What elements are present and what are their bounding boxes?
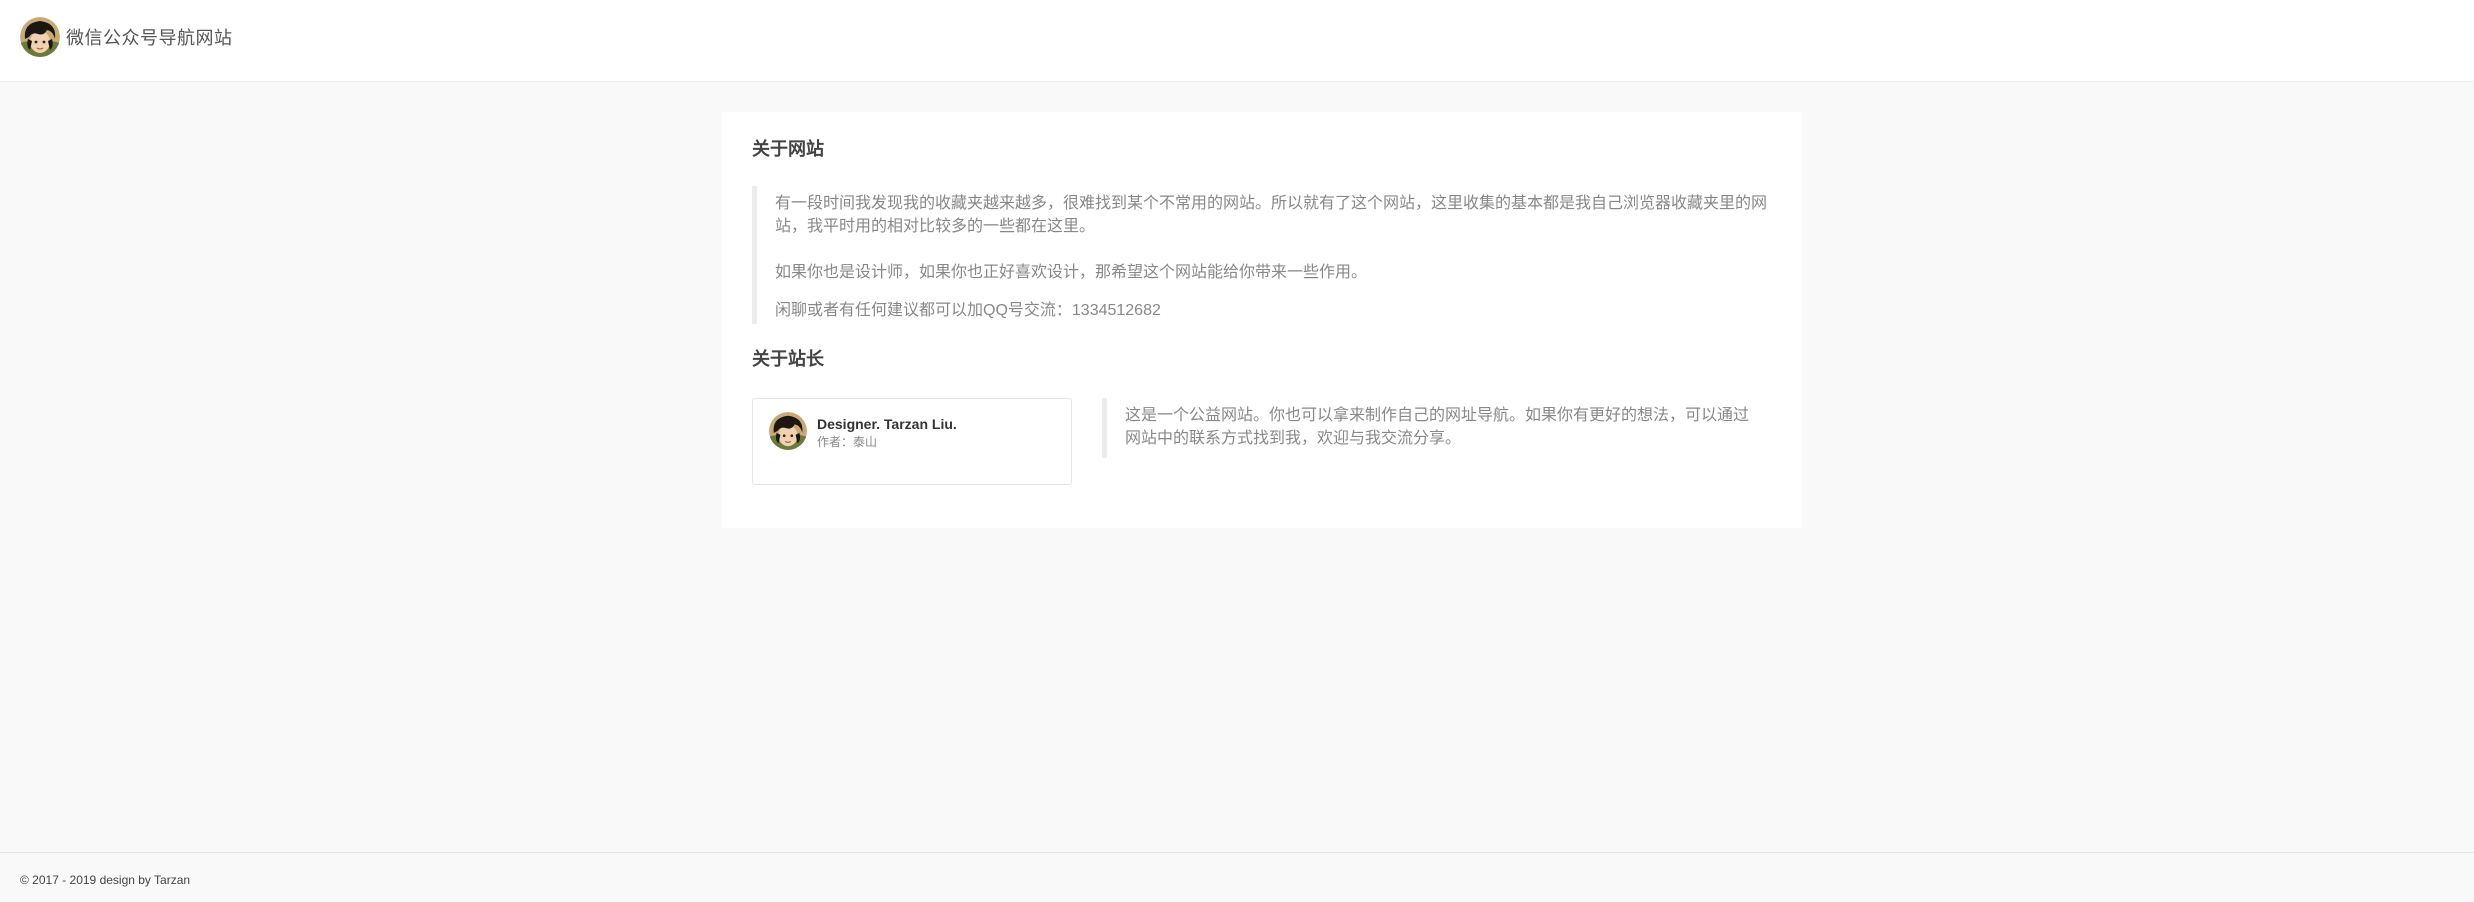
owner-row: Designer. Tarzan Liu. 作者：泰山 这是一个公益网站。你也可… — [752, 398, 1772, 485]
copyright-text: © 2017 - 2019 design by Tarzan — [20, 873, 191, 887]
owner-info: Designer. Tarzan Liu. 作者：泰山 — [817, 412, 957, 451]
avatar-icon — [20, 17, 60, 57]
owner-description: 这是一个公益网站。你也可以拿来制作自己的网址导航。如果你有更好的想法，可以通过网… — [1102, 398, 1772, 458]
about-site-paragraph: 如果你也是设计师，如果你也正好喜欢设计，那希望这个网站能给你带来一些作用。 — [775, 264, 1368, 281]
about-site-paragraph: 有一段时间我发现我的收藏夹越来越多，很难找到某个不常用的网站。所以就有了这个网站… — [775, 195, 1768, 235]
footer: © 2017 - 2019 design by Tarzan — [0, 852, 2474, 902]
owner-name: Designer. Tarzan Liu. — [817, 416, 957, 432]
contact-paragraph: 闲聊或者有任何建议都可以加QQ号交流：1334512682 — [775, 302, 1161, 319]
avatar-icon — [769, 412, 807, 450]
about-site-quote: 有一段时间我发现我的收藏夹越来越多，很难找到某个不常用的网站。所以就有了这个网站… — [752, 186, 1772, 324]
about-owner-title: 关于站长 — [752, 349, 824, 369]
site-title[interactable]: 微信公众号导航网站 — [66, 24, 233, 50]
about-site-title: 关于网站 — [752, 139, 824, 159]
top-header: 微信公众号导航网站 — [0, 0, 2474, 82]
owner-profile-card[interactable]: Designer. Tarzan Liu. 作者：泰山 — [752, 398, 1072, 485]
site-logo-link[interactable]: 微信公众号导航网站 — [20, 17, 233, 57]
owner-subtitle: 作者：泰山 — [817, 435, 878, 449]
about-card: 关于网站 有一段时间我发现我的收藏夹越来越多，很难找到某个不常用的网站。所以就有… — [722, 112, 1802, 528]
